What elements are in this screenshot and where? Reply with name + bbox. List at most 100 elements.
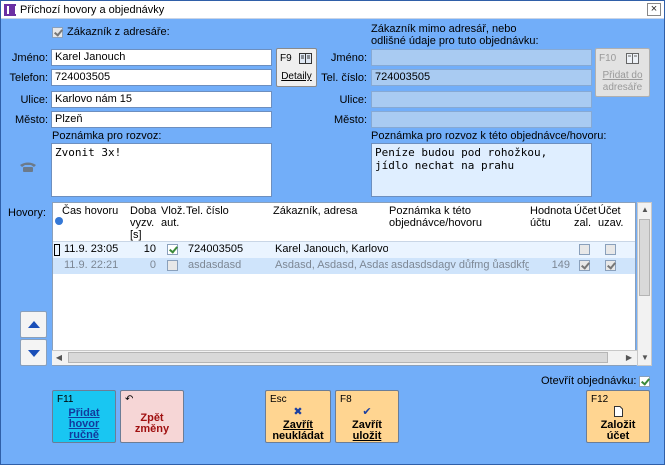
city-label: Město: [14, 114, 48, 126]
row-phone-number: 724003505 [188, 243, 244, 255]
col-call-time[interactable]: Čas hovoru [62, 205, 128, 217]
row-phone-number: asdasdasd [188, 259, 242, 271]
outside-city-field[interactable] [371, 111, 592, 128]
indicator-column-icon [55, 217, 63, 225]
scroll-down-arrow-icon[interactable]: ▼ [638, 351, 652, 365]
name-label: Jméno: [11, 52, 48, 64]
row-call-note [389, 242, 529, 258]
add-label-line2: adresáře [602, 82, 643, 93]
calls-table-header: Čas hovoru Doba vyzv. [s] Vlož. aut. Tel… [53, 203, 635, 242]
close-without-saving-button[interactable]: Esc ✖ Zavřít neukládat [265, 390, 331, 443]
move-up-button[interactable] [20, 311, 47, 338]
vertical-scroll-thumb[interactable] [639, 219, 650, 296]
close-and-save-button[interactable]: F8 ✔ Zavřít uložit [335, 390, 399, 443]
col-customer-address[interactable]: Zákazník, adresa [273, 205, 388, 217]
outside-street-label: Ulice: [339, 94, 367, 106]
col-call-note[interactable]: Poznámka k této objednávce/hovoru [389, 205, 529, 229]
book-icon [626, 53, 639, 64]
row-auto-inserted-checkbox[interactable] [167, 244, 178, 255]
scroll-up-arrow-icon[interactable]: ▲ [638, 203, 652, 217]
window: Příchozí hovory a objednávky × Zákazník … [0, 0, 665, 465]
arrow-up-icon [28, 321, 40, 328]
outside-header-line1: Zákazník mimo adresář, nebo [371, 23, 517, 35]
row-account-closed-checkbox[interactable] [605, 244, 616, 255]
row-account-closed-checkbox[interactable] [605, 260, 616, 271]
arrow-down-icon [28, 350, 40, 357]
open-order-checkbox[interactable] [639, 376, 650, 387]
create-account-line2: účet [606, 430, 630, 442]
calls-table[interactable]: Čas hovoru Doba vyzv. [s] Vlož. aut. Tel… [52, 202, 636, 366]
phone-icon [19, 161, 37, 173]
row-call-time: 11.9. 23:05 [64, 243, 119, 255]
close-window-button[interactable]: × [647, 3, 661, 16]
add-call-key: F11 [57, 394, 74, 405]
from-address-book-label: Zákazník z adresáře: [67, 26, 170, 38]
col-auto-inserted[interactable]: Vlož. aut. [161, 205, 187, 229]
outside-street-field[interactable] [371, 91, 592, 108]
horizontal-scrollbar[interactable]: ◀ ▶ [52, 350, 637, 365]
delivery-note-field[interactable]: Zvonit 3x! [51, 143, 272, 197]
calls-label: Hovory: [8, 207, 46, 219]
outside-delivery-note-field[interactable]: Peníze budou pod rohožkou, jídlo nechat … [371, 143, 592, 197]
row-account-created-checkbox[interactable] [579, 260, 590, 271]
close-save-line2: uložit [352, 430, 382, 442]
outside-phone-label: Tel. číslo: [321, 72, 367, 84]
table-row[interactable]: 11.9. 22:21 0 asdasdasd Asdasd, Asdasd, … [53, 258, 635, 274]
add-label-line1: Přidat do [602, 70, 643, 81]
col-ring-duration[interactable]: Doba vyzv. [s] [130, 205, 160, 241]
horizontal-scroll-thumb[interactable] [68, 352, 608, 363]
create-account-button[interactable]: F12 Založit účet [586, 390, 650, 443]
outside-name-field[interactable] [371, 49, 592, 66]
street-field[interactable]: Karlovo nám 15 [51, 91, 272, 108]
note-label: Poznámka pro rozvoz: [52, 130, 162, 142]
col-phone-number[interactable]: Tel. číslo [186, 205, 272, 217]
window-title: Příchozí hovory a objednávky [20, 4, 165, 16]
row-ring-duration: 10 [143, 243, 156, 255]
undo-arrow-icon: ↶ [125, 394, 134, 405]
phone-label: Telefon: [9, 72, 48, 84]
close-discard-line2: neukládat [272, 430, 324, 442]
vertical-scrollbar[interactable]: ▲ ▼ [637, 202, 652, 366]
add-call-line3: ručně [69, 429, 99, 441]
row-account-created-checkbox[interactable] [579, 244, 590, 255]
add-call-manually-button[interactable]: F11 Přidat hovor ručně [52, 390, 116, 443]
from-address-book-checkbox[interactable] [52, 27, 63, 38]
move-down-button[interactable] [20, 339, 47, 366]
row-auto-inserted-checkbox[interactable] [167, 260, 178, 271]
f8-key: F8 [340, 394, 352, 405]
table-row[interactable]: 11.9. 23:05 10 724003505 Karel Janouch, … [53, 242, 635, 258]
row-customer-address: Asdasd, Asdasd, Asdas [275, 259, 388, 271]
undo-line2: změny [134, 423, 170, 435]
title-bar[interactable]: Příchozí hovory a objednávky × [1, 1, 664, 19]
outside-city-label: Město: [333, 114, 367, 126]
add-key: F10 [599, 53, 617, 64]
open-order-label: Otevřít objednávku: [541, 375, 637, 387]
app-icon [4, 4, 17, 16]
col-account-closed[interactable]: Účet uzav. [598, 205, 628, 229]
row-account-value [530, 242, 572, 258]
checkmark-icon: ✔ [362, 406, 372, 418]
name-field[interactable]: Karel Janouch [51, 49, 272, 66]
outside-header-line2: odlišné údaje pro tuto objednávku: [371, 35, 539, 47]
outside-name-label: Jméno: [330, 52, 367, 64]
undo-changes-button[interactable]: ↶ Zpět změny [120, 390, 184, 443]
document-icon [614, 406, 623, 417]
current-row-marker-icon [54, 244, 60, 256]
row-customer-address: Karel Janouch, Karlovo [275, 243, 388, 255]
col-account-value[interactable]: Hodnota účtu [530, 205, 575, 229]
row-ring-duration: 0 [149, 259, 156, 271]
f12-key: F12 [591, 394, 609, 405]
outside-phone-field[interactable]: 724003505 [371, 69, 592, 86]
col-account-created[interactable]: Účet zal. [574, 205, 597, 229]
scroll-right-arrow-icon[interactable]: ▶ [622, 351, 636, 365]
street-label: Ulice: [20, 94, 48, 106]
scroll-left-arrow-icon[interactable]: ◀ [52, 351, 66, 365]
row-account-value: 149 [551, 259, 570, 271]
details-key: F9 [280, 53, 292, 64]
phone-field[interactable]: 724003505 [51, 69, 272, 86]
city-field[interactable]: Plzeň [51, 111, 272, 128]
close-x-icon: ✖ [293, 406, 303, 418]
add-to-address-book-button[interactable]: F10 Přidat do adresáře [595, 48, 650, 97]
row-call-time: 11.9. 22:21 [64, 259, 119, 271]
esc-key: Esc [270, 394, 287, 405]
